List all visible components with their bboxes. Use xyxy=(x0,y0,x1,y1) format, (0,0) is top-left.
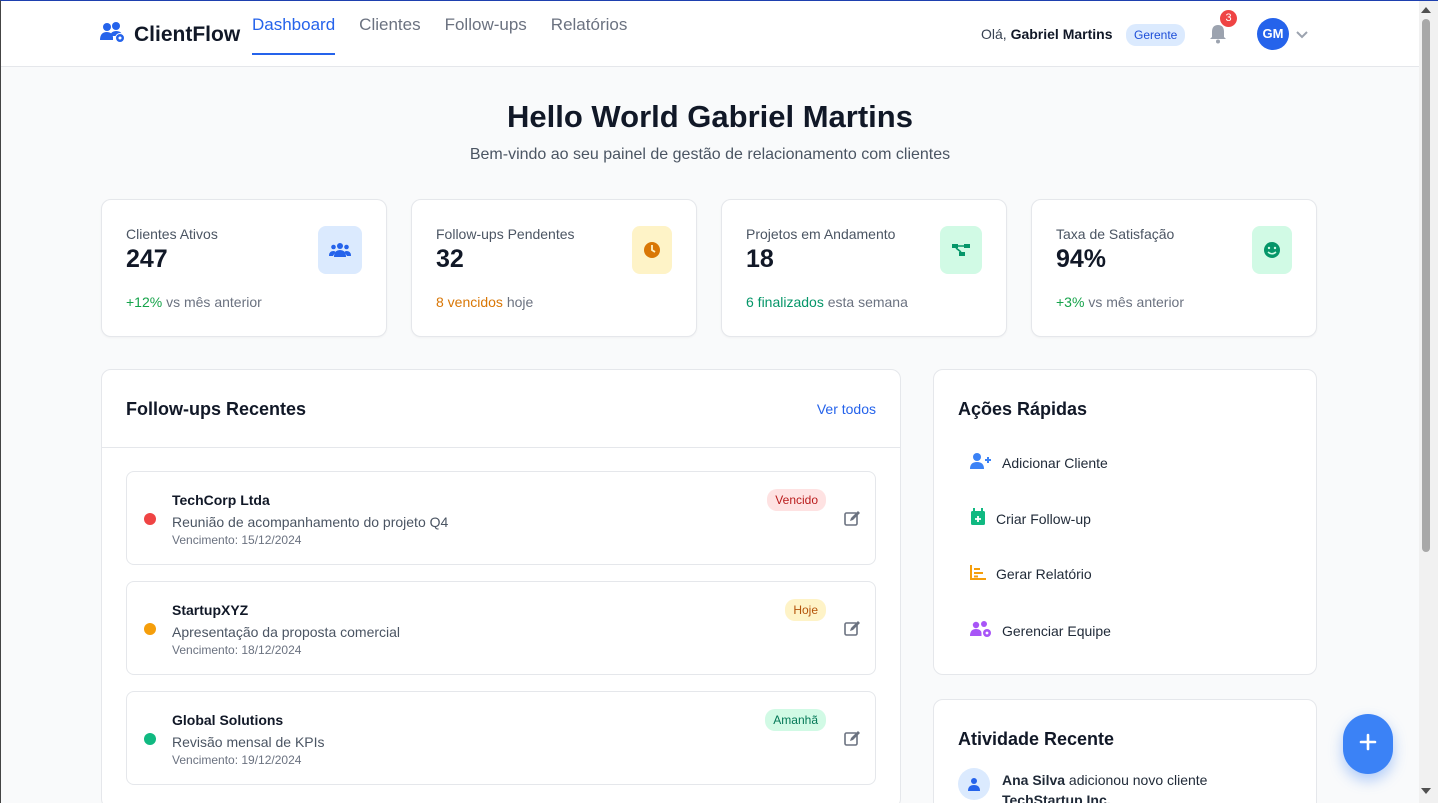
recent-activity-panel: Atividade Recente Ana Silva adicionou no… xyxy=(933,699,1317,803)
follow-up-item[interactable]: Global Solutions Revisão mensal de KPIs … xyxy=(126,691,876,785)
stat-footer-text: vs mês anterior xyxy=(1088,294,1185,310)
stat-value: 32 xyxy=(436,245,464,273)
quick-action-label: Criar Follow-up xyxy=(996,510,1091,527)
users-cog-icon xyxy=(100,21,126,48)
stat-label: Follow-ups Pendentes xyxy=(436,226,575,242)
activity-object: TechStartup Inc. xyxy=(1002,792,1111,803)
follow-up-item[interactable]: StartupXYZ Apresentação da proposta come… xyxy=(126,581,876,675)
follow-up-description: Reunião de acompanhamento do projeto Q4 xyxy=(172,514,449,530)
stat-footer: +12% vs mês anterior xyxy=(126,294,262,310)
quick-action-generate-report[interactable]: Gerar Relatório xyxy=(970,564,1092,583)
page-title: Hello World Gabriel Martins xyxy=(507,99,913,134)
stat-label: Clientes Ativos xyxy=(126,226,218,242)
quick-action-label: Gerar Relatório xyxy=(996,565,1092,582)
plus-icon xyxy=(1359,733,1377,756)
scroll-down-arrow-icon[interactable] xyxy=(1421,788,1431,794)
status-badge: Hoje xyxy=(785,599,826,621)
due-date: Vencimento: 18/12/2024 xyxy=(172,643,302,657)
clock-icon xyxy=(632,226,672,274)
activity-actor: Ana Silva xyxy=(1002,772,1066,788)
stat-footer: 8 vencidos hoje xyxy=(436,294,533,310)
user-name: Gabriel Martins xyxy=(1010,26,1113,42)
stat-value: 94% xyxy=(1056,245,1107,273)
edit-icon[interactable] xyxy=(843,730,861,748)
users-cog-icon xyxy=(970,620,992,641)
app-window: ClientFlow Dashboard Clientes Follow-ups… xyxy=(0,0,1438,803)
edit-icon[interactable] xyxy=(843,510,861,528)
activity-item: Ana Silva adicionou novo cliente TechSta… xyxy=(1002,770,1262,803)
panel-title: Atividade Recente xyxy=(958,729,1115,749)
follow-ups-panel: Follow-ups Recentes Ver todos TechCorp L… xyxy=(101,369,901,803)
stat-card-projetos-em-andamento: Projetos em Andamento 18 6 finalizados e… xyxy=(721,199,1007,337)
role-badge: Gerente xyxy=(1126,24,1186,46)
stat-footer: +3% vs mês anterior xyxy=(1056,294,1184,310)
due-date: Vencimento: 19/12/2024 xyxy=(172,753,302,767)
stat-highlight: 6 finalizados xyxy=(746,294,824,310)
quick-action-create-follow-up[interactable]: Criar Follow-up xyxy=(970,508,1091,529)
panel-title: Ações Rápidas xyxy=(958,399,1088,419)
stat-label: Taxa de Satisfação xyxy=(1056,226,1175,242)
status-dot xyxy=(144,623,156,635)
users-icon xyxy=(318,226,362,274)
edit-icon[interactable] xyxy=(843,620,861,638)
follow-up-description: Revisão mensal de KPIs xyxy=(172,734,325,750)
client-name: Global Solutions xyxy=(172,712,284,728)
quick-action-add-client[interactable]: Adicionar Cliente xyxy=(970,452,1108,473)
follow-up-description: Apresentação da proposta comercial xyxy=(172,624,401,640)
activity-text: adicionou novo cliente xyxy=(1068,772,1208,788)
stat-card-follow-ups-pendentes: Follow-ups Pendentes 32 8 vencidos hoje xyxy=(411,199,697,337)
add-fab-button[interactable] xyxy=(1343,714,1393,774)
nav-follow-ups[interactable]: Follow-ups xyxy=(445,1,527,55)
chart-bar-icon xyxy=(970,564,986,583)
calendar-plus-icon xyxy=(970,508,986,529)
client-name: StartupXYZ xyxy=(172,602,249,618)
brand-logo[interactable]: ClientFlow xyxy=(100,21,240,48)
top-navbar: ClientFlow Dashboard Clientes Follow-ups… xyxy=(1,1,1419,67)
client-name: TechCorp Ltda xyxy=(172,492,270,508)
avatar[interactable]: GM xyxy=(1257,18,1289,50)
nav-dashboard[interactable]: Dashboard xyxy=(252,1,336,55)
stat-value: 247 xyxy=(126,245,168,273)
stat-card-taxa-de-satisfacao: Taxa de Satisfação 94% +3% vs mês anteri… xyxy=(1031,199,1317,337)
user-greeting: Olá, Gabriel Martins xyxy=(981,26,1113,42)
status-badge: Amanhã xyxy=(765,709,826,731)
due-date: Vencimento: 15/12/2024 xyxy=(172,533,302,547)
status-badge: Vencido xyxy=(767,489,826,511)
nav-relatorios[interactable]: Relatórios xyxy=(551,1,628,55)
brand-name: ClientFlow xyxy=(134,22,241,46)
stat-footer: 6 finalizados esta semana xyxy=(746,294,908,310)
stat-card-clientes-ativos: Clientes Ativos 247 +12% vs mês anterior xyxy=(101,199,387,337)
page-subtitle: Bem-vindo ao seu painel de gestão de rel… xyxy=(469,146,951,163)
main-nav: Dashboard Clientes Follow-ups Relatórios xyxy=(252,1,627,67)
chevron-down-icon[interactable] xyxy=(1296,27,1308,45)
user-plus-icon xyxy=(970,452,992,473)
scroll-up-arrow-icon[interactable] xyxy=(1421,7,1431,13)
scrollbar-thumb[interactable] xyxy=(1422,19,1430,552)
greeting-prefix: Olá, xyxy=(981,26,1007,42)
quick-action-manage-team[interactable]: Gerenciar Equipe xyxy=(970,620,1111,641)
panel-title: Follow-ups Recentes xyxy=(126,399,307,419)
stat-value: 18 xyxy=(746,245,774,273)
notification-count-badge: 3 xyxy=(1220,10,1237,27)
user-icon xyxy=(958,768,990,800)
stat-label: Projetos em Andamento xyxy=(746,226,896,242)
stat-footer-text: esta semana xyxy=(827,294,908,310)
stat-highlight: +12% xyxy=(126,294,163,310)
stat-highlight: +3% xyxy=(1056,294,1085,310)
smile-icon xyxy=(1252,226,1292,274)
panel-header: Follow-ups Recentes Ver todos xyxy=(102,370,900,448)
quick-action-label: Gerenciar Equipe xyxy=(1002,622,1111,639)
quick-actions-panel: Ações Rápidas Adicionar Cliente Criar Fo… xyxy=(933,369,1317,675)
follow-up-item[interactable]: TechCorp Ltda Reunião de acompanhamento … xyxy=(126,471,876,565)
stat-highlight: 8 vencidos xyxy=(436,294,503,310)
see-all-link[interactable]: Ver todos xyxy=(817,401,876,417)
stat-footer-text: vs mês anterior xyxy=(166,294,262,310)
project-diagram-icon xyxy=(940,226,982,274)
stat-footer-text: hoje xyxy=(506,294,534,310)
status-dot xyxy=(144,733,156,745)
quick-action-label: Adicionar Cliente xyxy=(1002,454,1108,471)
status-dot xyxy=(144,513,156,525)
nav-clientes[interactable]: Clientes xyxy=(359,1,420,55)
